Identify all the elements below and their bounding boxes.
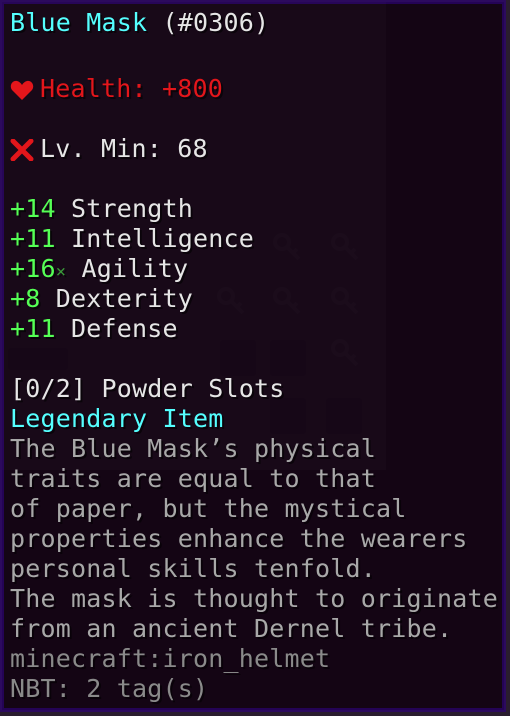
level-line: Lv. Min: 68: [10, 134, 208, 164]
lore-line: The mask is thought to originate: [10, 584, 499, 613]
stat-suffix: ×: [55, 262, 67, 282]
stat-dexterity: +8 Dexterity: [10, 284, 193, 314]
stat-name: Intelligence: [71, 224, 255, 253]
level-label: Lv. Min:: [40, 134, 163, 163]
lore-line: personal skills tenfold.: [10, 554, 377, 583]
registry-name: minecraft:iron_helmet: [10, 644, 331, 673]
rarity-label: Legendary Item: [10, 404, 224, 433]
item-title: Blue Mask (#0306): [10, 8, 269, 38]
item-id: (#0306): [162, 8, 270, 37]
cross-icon: [10, 139, 34, 161]
stat-name: Defense: [71, 314, 178, 343]
health-label: Health:: [40, 74, 147, 103]
stat-name: Dexterity: [55, 284, 194, 313]
item-name: Blue Mask: [10, 8, 148, 37]
item-tooltip: Blue Mask (#0306) Health: +800 Lv. Min: …: [0, 0, 506, 712]
stat-intelligence: +11 Intelligence: [10, 224, 254, 254]
health-line: Health: +800: [10, 74, 223, 104]
stat-value: +14: [10, 194, 56, 223]
stat-value: +11: [10, 224, 56, 253]
lore-line: properties enhance the wearers: [10, 524, 468, 553]
powder-slots: [0/2] Powder Slots: [10, 374, 285, 403]
lore-line: from an ancient Dernel tribe.: [10, 614, 453, 643]
stat-value: +11: [10, 314, 56, 343]
heart-icon: [10, 80, 34, 100]
stat-agility: +16× Agility: [10, 254, 188, 287]
stat-name: Strength: [71, 194, 194, 223]
lore-line: traits are equal to that: [10, 464, 377, 493]
lore-line: of paper, but the mystical: [10, 494, 407, 523]
lore-line: The Blue Mask’s physical: [10, 434, 377, 463]
stat-strength: +14 Strength: [10, 194, 193, 224]
stat-value: +8: [10, 284, 41, 313]
stat-value: +16: [10, 254, 56, 283]
stat-name: Agility: [81, 254, 189, 283]
stat-defense: +11 Defense: [10, 314, 178, 344]
health-value: +800: [162, 74, 224, 103]
level-value: 68: [177, 134, 208, 163]
nbt-count: NBT: 2 tag(s): [10, 674, 209, 703]
